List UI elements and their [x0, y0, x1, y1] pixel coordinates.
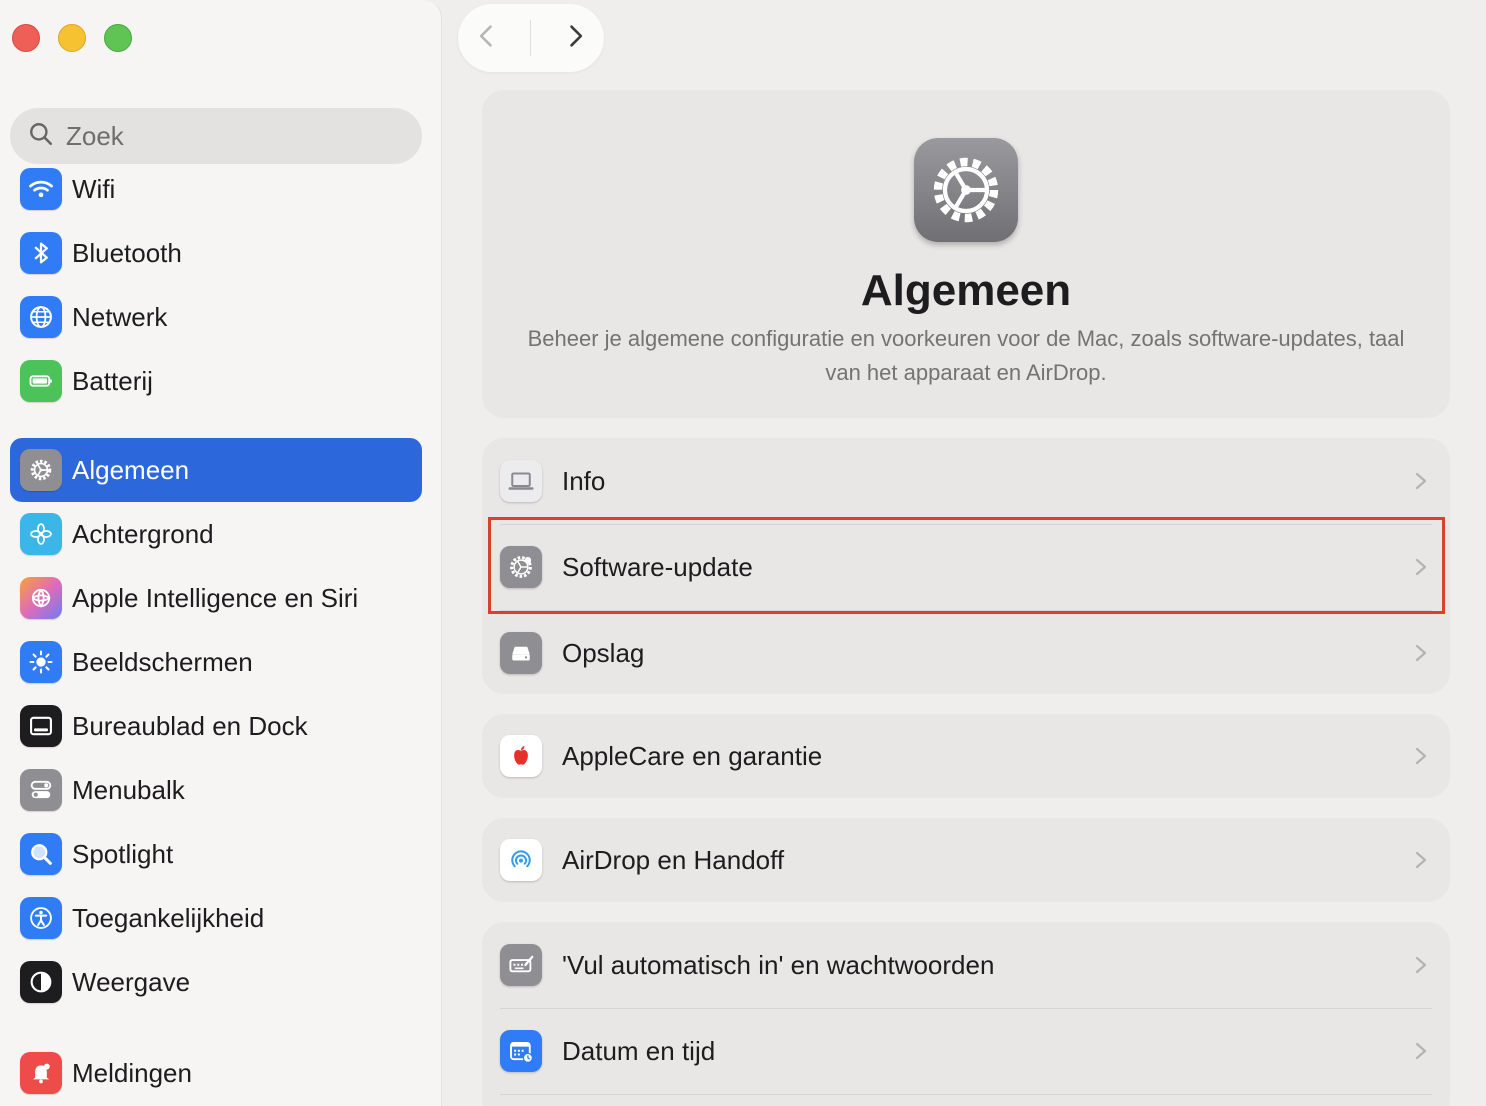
sidebar-item-label: Apple Intelligence en Siri [72, 582, 359, 613]
settings-group-misc: 'Vul automatisch in' en wachtwoorden Dat… [482, 922, 1450, 1106]
row-info[interactable]: Info [482, 438, 1450, 524]
row-label: 'Vul automatisch in' en wachtwoorden [562, 949, 995, 980]
chevron-right-icon [1415, 956, 1427, 974]
settings-group-airdrop: AirDrop en Handoff [482, 818, 1450, 902]
highlight-box [488, 517, 1445, 614]
sidebar-group-network: Wifi Bluetooth Netwerk Batterij [10, 157, 422, 413]
sidebar-item-label: Beeldschermen [72, 646, 253, 677]
bluetooth-icon [20, 232, 62, 274]
row-opslag[interactable]: Opslag [482, 610, 1450, 696]
navigation-buttons [458, 4, 604, 72]
sidebar-group-system: Algemeen Achtergrond Apple Intelligence … [10, 438, 422, 1014]
row-autofill[interactable]: 'Vul automatisch in' en wachtwoorden [482, 922, 1450, 1008]
row-datum-tijd[interactable]: Datum en tijd [482, 1008, 1450, 1094]
sidebar-item-label: Weergave [72, 966, 191, 997]
sidebar-item-label: Menubalk [72, 774, 185, 805]
row-label: Info [562, 465, 606, 496]
chevron-right-icon [1415, 851, 1427, 869]
dock-icon [20, 705, 62, 747]
row-label: Opslag [562, 637, 645, 668]
sidebar-item-label: Algemeen [72, 454, 190, 485]
forward-button[interactable] [561, 22, 589, 55]
sidebar-item-algemeen[interactable]: Algemeen [10, 438, 422, 502]
chevron-right-icon [1415, 747, 1427, 765]
appearance-icon [20, 961, 62, 1003]
row-label: AppleCare en garantie [562, 740, 823, 771]
flower-icon [20, 513, 62, 555]
sidebar-item-bureaublad-dock[interactable]: Bureaublad en Dock [10, 694, 422, 758]
sun-icon [20, 641, 62, 683]
chevron-right-icon [1415, 644, 1427, 662]
accessibility-icon [20, 897, 62, 939]
chevron-right-icon [1415, 472, 1427, 490]
sidebar-item-meldingen[interactable]: Meldingen [10, 1041, 422, 1105]
nav-separator [530, 20, 532, 56]
laptop-icon [500, 460, 542, 502]
sidebar-item-batterij[interactable]: Batterij [10, 349, 422, 413]
page-description: Beheer je algemene configuratie en voork… [527, 326, 1405, 385]
search-icon [28, 121, 54, 152]
sidebar-item-spotlight[interactable]: Spotlight [10, 822, 422, 886]
globe-icon [20, 296, 62, 338]
row-label: AirDrop en Handoff [562, 844, 785, 875]
row-airdrop[interactable]: AirDrop en Handoff [482, 818, 1450, 902]
settings-group-applecare: AppleCare en garantie [482, 714, 1450, 798]
keyboard-pen-icon [500, 944, 542, 986]
sidebar-item-apple-intelligence[interactable]: Apple Intelligence en Siri [10, 566, 422, 630]
sidebar-item-label: Toegankelijkheid [72, 902, 265, 933]
sidebar-item-toegankelijkheid[interactable]: Toegankelijkheid [10, 886, 422, 950]
sidebar-item-label: Meldingen [72, 1057, 192, 1088]
menubar-icon [20, 769, 62, 811]
divider [500, 1094, 1432, 1095]
apple-logo-icon [500, 735, 542, 777]
search-input[interactable] [66, 120, 366, 152]
page-title: Algemeen [860, 266, 1072, 315]
magnifier-icon [20, 833, 62, 875]
sidebar-item-menubalk[interactable]: Menubalk [10, 758, 422, 822]
sidebar-item-label: Achtergrond [72, 518, 214, 549]
header-card: Algemeen Beheer je algemene configuratie… [482, 90, 1450, 418]
wifi-icon [20, 168, 62, 210]
window-controls [12, 24, 132, 52]
search-field[interactable] [10, 108, 422, 164]
sidebar-item-bluetooth[interactable]: Bluetooth [10, 221, 422, 285]
settings-gear-icon [914, 138, 1018, 242]
calendar-clock-icon [500, 1030, 542, 1072]
sidebar-item-achtergrond[interactable]: Achtergrond [10, 502, 422, 566]
storage-drive-icon [500, 632, 542, 674]
row-applecare[interactable]: AppleCare en garantie [482, 714, 1450, 798]
sidebar: Wifi Bluetooth Netwerk Batterij Algem [0, 0, 442, 1106]
bell-icon [20, 1052, 62, 1094]
sidebar-item-weergave[interactable]: Weergave [10, 950, 422, 1014]
chevron-right-icon [1415, 1042, 1427, 1060]
sidebar-item-label: Bureaublad en Dock [72, 710, 308, 741]
sidebar-item-label: Bluetooth [72, 237, 182, 268]
sidebar-group-notifications: Meldingen [10, 1041, 422, 1105]
airdrop-icon [500, 839, 542, 881]
chevron-left-icon [479, 24, 492, 47]
gear-icon [20, 449, 62, 491]
sidebar-item-label: Batterij [72, 365, 153, 396]
sidebar-item-netwerk[interactable]: Netwerk [10, 285, 422, 349]
sidebar-item-label: Netwerk [72, 301, 168, 332]
minimize-button[interactable] [58, 24, 86, 52]
close-button[interactable] [12, 24, 40, 52]
row-label: Datum en tijd [562, 1035, 716, 1066]
battery-icon [20, 360, 62, 402]
sidebar-item-label: Spotlight [72, 838, 174, 869]
siri-icon [20, 577, 62, 619]
sidebar-item-label: Wifi [72, 173, 116, 204]
back-button[interactable] [473, 22, 501, 55]
sidebar-item-beeldschermen[interactable]: Beeldschermen [10, 630, 422, 694]
sidebar-item-wifi[interactable]: Wifi [10, 157, 422, 221]
zoom-button[interactable] [104, 24, 132, 52]
chevron-right-icon [570, 24, 583, 47]
